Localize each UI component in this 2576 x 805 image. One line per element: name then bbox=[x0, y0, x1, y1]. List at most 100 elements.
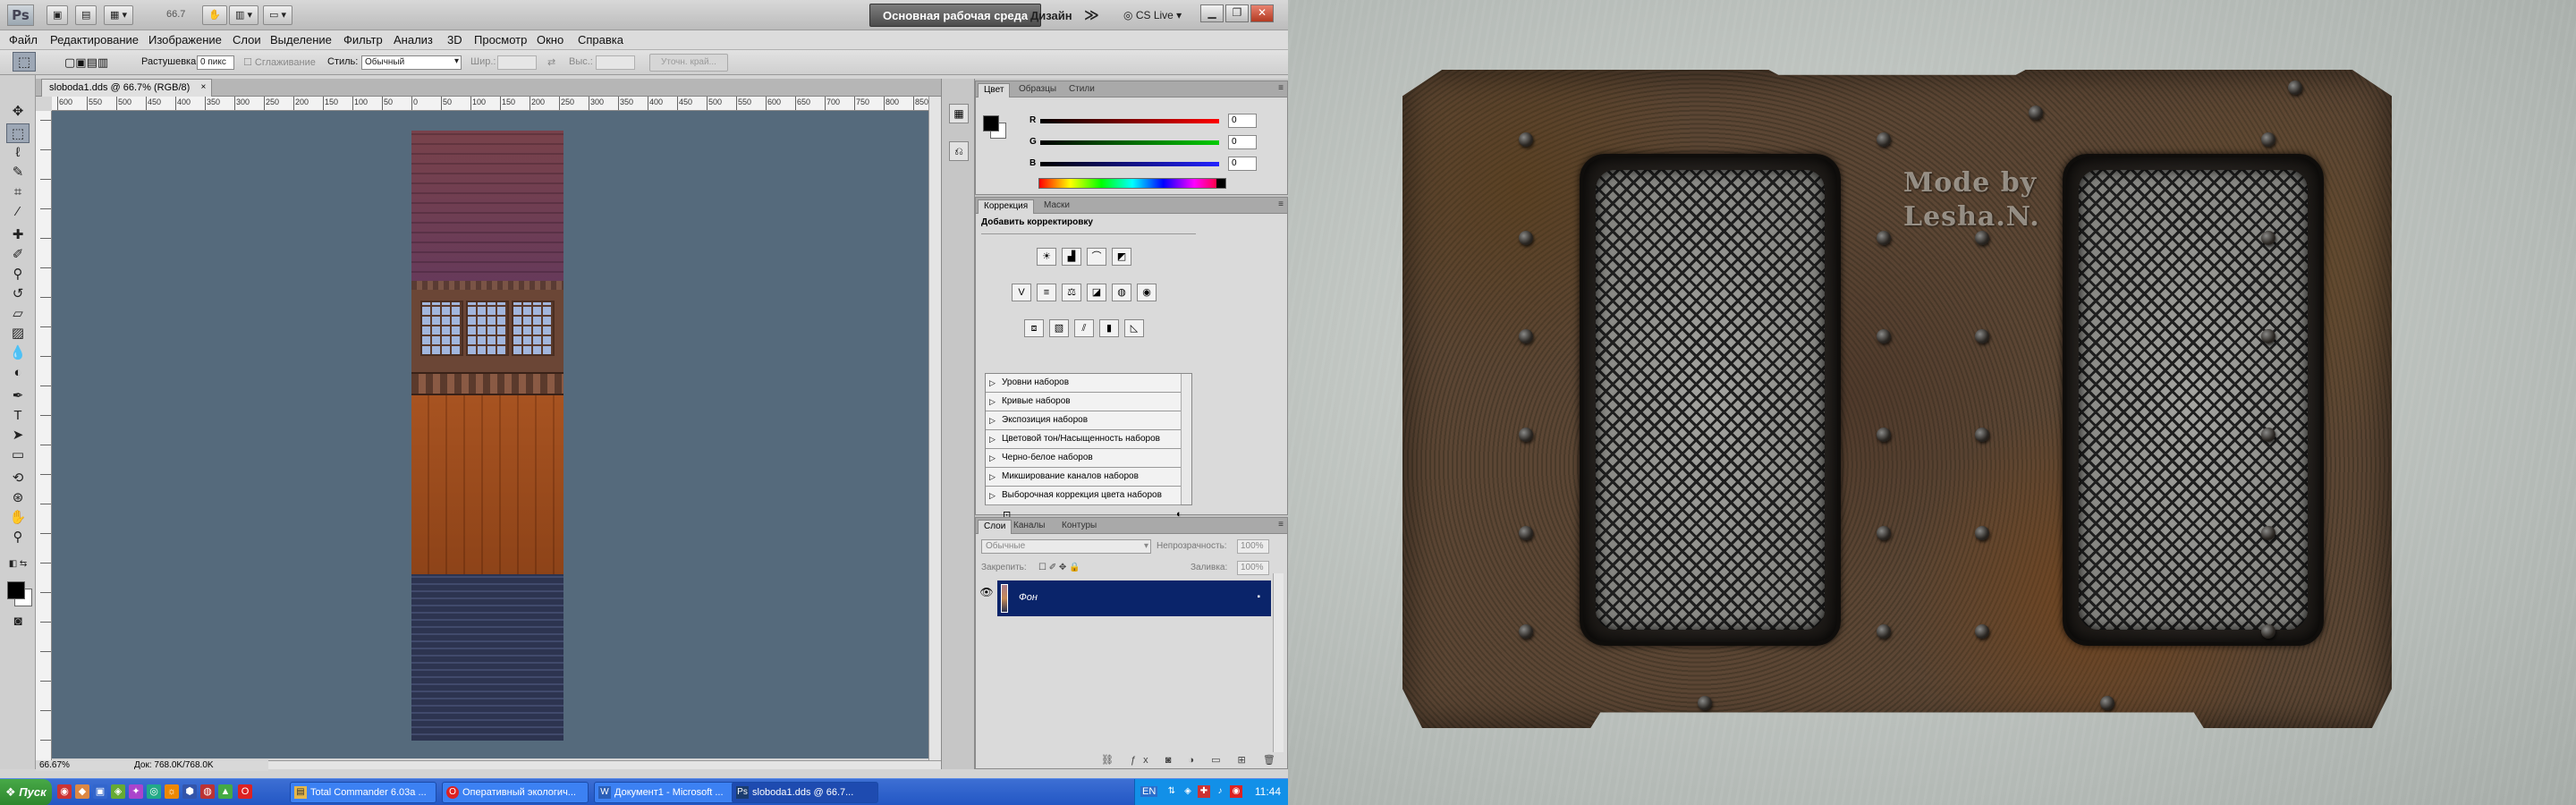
quicklaunch-icon[interactable]: ◍ bbox=[200, 784, 215, 799]
brightness-contrast-icon[interactable]: ☀ bbox=[1037, 248, 1056, 266]
horizontal-scrollbar[interactable] bbox=[268, 760, 941, 769]
quicklaunch-icon[interactable]: ⬢ bbox=[182, 784, 197, 799]
preset-item[interactable]: ▷ Уровни наборов bbox=[986, 374, 1181, 393]
visibility-eye-icon[interactable]: 👁 bbox=[979, 586, 994, 611]
marquee-tool-preset[interactable]: ⬚ bbox=[13, 52, 36, 72]
menu-layers[interactable]: Слои bbox=[233, 33, 261, 47]
channel-b-slider[interactable] bbox=[1040, 162, 1219, 166]
width-input[interactable] bbox=[497, 55, 537, 70]
preset-item[interactable]: ▷ Экспозиция наборов bbox=[986, 411, 1181, 430]
path-select-tool-icon[interactable]: ➤ bbox=[6, 426, 30, 445]
layers-scrollbar[interactable] bbox=[1273, 573, 1284, 752]
blur-tool-icon[interactable]: 💧 bbox=[6, 343, 30, 363]
network-icon[interactable]: ⇅ bbox=[1165, 785, 1178, 798]
pen-tool-icon[interactable]: ✒ bbox=[6, 386, 30, 406]
feather-input[interactable]: 0 пикс bbox=[197, 55, 234, 70]
exposure-icon[interactable]: ◩ bbox=[1112, 248, 1131, 266]
lasso-tool-icon[interactable]: ℓ bbox=[6, 143, 30, 163]
3d-rotate-tool-icon[interactable]: ⟲ bbox=[6, 469, 30, 488]
language-indicator[interactable]: EN bbox=[1140, 786, 1158, 797]
mini-bridge-button[interactable]: ▤ bbox=[75, 5, 97, 25]
opera-quicklaunch-icon[interactable]: O bbox=[238, 784, 252, 799]
fill-input[interactable]: 100% bbox=[1237, 561, 1269, 575]
preset-item[interactable]: ▷ Микширование каналов наборов bbox=[986, 468, 1181, 487]
channel-mixer-icon[interactable]: ◉ bbox=[1137, 284, 1157, 301]
blend-mode-select[interactable]: Обычные ▾ bbox=[981, 539, 1151, 554]
posterize-icon[interactable]: ▧ bbox=[1049, 319, 1069, 337]
quicklaunch-icon[interactable]: ✦ bbox=[129, 784, 143, 799]
zoom-tool-icon[interactable]: ⚲ bbox=[6, 528, 30, 547]
tab-masks[interactable]: Маски bbox=[1038, 199, 1075, 214]
quicklaunch-icon[interactable]: ▣ bbox=[93, 784, 107, 799]
swap-icon[interactable]: ⇄ bbox=[547, 56, 555, 68]
close-icon[interactable]: × bbox=[200, 82, 206, 92]
taskbar-button[interactable]: W Документ1 - Microsoft ... bbox=[594, 782, 741, 803]
workspace-more-button[interactable]: ≫ bbox=[1084, 6, 1099, 24]
zoom-level[interactable]: 66.7 bbox=[166, 9, 185, 20]
channel-b-input[interactable]: 0 bbox=[1228, 157, 1257, 171]
gradient-tool-icon[interactable]: ▨ bbox=[6, 324, 30, 343]
menu-window[interactable]: Окно bbox=[537, 33, 564, 47]
preset-item[interactable]: ▷ Цветовой тон/Насыщенность наборов bbox=[986, 430, 1181, 449]
panel-menu-icon[interactable]: ≡ bbox=[1278, 199, 1284, 209]
vibrance-icon[interactable]: V bbox=[1012, 284, 1031, 301]
canvas-area[interactable] bbox=[52, 111, 928, 758]
menu-file[interactable]: Файл bbox=[9, 33, 38, 47]
workspace-main-button[interactable]: Основная рабочая среда bbox=[869, 4, 1042, 27]
document-image[interactable] bbox=[411, 131, 564, 741]
status-zoom[interactable]: 66.67% bbox=[39, 760, 70, 770]
history-brush-tool-icon[interactable]: ↺ bbox=[6, 284, 30, 304]
refine-edge-button[interactable]: Уточн. край... bbox=[649, 54, 728, 72]
3d-orbit-tool-icon[interactable]: ⊛ bbox=[6, 488, 30, 508]
quicklaunch-icon[interactable]: ☼ bbox=[165, 784, 179, 799]
taskbar-button[interactable]: O Оперативный экологич... bbox=[442, 782, 589, 803]
color-balance-icon[interactable]: ⚖ bbox=[1062, 284, 1081, 301]
layers-footer-icons[interactable]: ⛓ ƒx ◙ ◑ ▭ ⊞ 🗑 bbox=[1101, 754, 1283, 766]
layer-row[interactable]: Фон ▪ bbox=[997, 580, 1271, 616]
menu-3d[interactable]: 3D bbox=[447, 33, 462, 47]
vertical-scrollbar[interactable] bbox=[928, 97, 941, 760]
quicklaunch-icon[interactable]: ◉ bbox=[57, 784, 72, 799]
close-button[interactable]: ✕ bbox=[1250, 4, 1274, 22]
histogram-dock-icon[interactable]: ▦ bbox=[949, 104, 969, 123]
tab-adjustments[interactable]: Коррекция bbox=[978, 199, 1035, 214]
menu-help[interactable]: Справка bbox=[578, 33, 623, 47]
tab-styles[interactable]: Стили bbox=[1063, 83, 1100, 97]
panel-menu-icon[interactable]: ≡ bbox=[1278, 520, 1284, 530]
arrange-documents-button[interactable]: ▥ ▾ bbox=[229, 5, 258, 25]
lock-icons[interactable]: ☐ ✐ ✥ 🔒 bbox=[1038, 563, 1080, 572]
eraser-tool-icon[interactable]: ▱ bbox=[6, 304, 30, 324]
levels-icon[interactable]: ▟ bbox=[1062, 248, 1081, 266]
workspace-design-button[interactable]: Дизайн bbox=[1030, 9, 1072, 22]
preset-item[interactable]: ▷ Выборочная коррекция цвета наборов bbox=[986, 487, 1181, 505]
menu-view[interactable]: Просмотр bbox=[474, 33, 527, 47]
dodge-tool-icon[interactable]: ◐ bbox=[6, 363, 30, 383]
tab-paths[interactable]: Контуры bbox=[1056, 520, 1102, 534]
move-tool-icon[interactable]: ✥ bbox=[6, 102, 30, 122]
hand-tool-button[interactable]: ✋ bbox=[202, 5, 227, 25]
crop-tool-icon[interactable]: ⌗ bbox=[6, 182, 30, 202]
presets-scrollbar[interactable] bbox=[1181, 374, 1191, 504]
cs-live-button[interactable]: ◎ CS Live ▾ bbox=[1123, 7, 1182, 25]
taskbar-button-active[interactable]: Ps sloboda1.dds @ 66.7... bbox=[732, 782, 878, 803]
tray-app-icon[interactable]: ◉ bbox=[1230, 785, 1242, 798]
healing-brush-tool-icon[interactable]: ✚ bbox=[6, 225, 30, 245]
shield-icon[interactable]: ◈ bbox=[1182, 785, 1194, 798]
quicklaunch-icon[interactable]: ◎ bbox=[147, 784, 161, 799]
color-foreground-swatch[interactable] bbox=[983, 115, 999, 131]
menu-image[interactable]: Изображение bbox=[148, 33, 222, 47]
panel-menu-icon[interactable]: ≡ bbox=[1278, 83, 1284, 93]
selective-color-icon[interactable]: ◺ bbox=[1124, 319, 1144, 337]
stamp-tool-icon[interactable]: ⚲ bbox=[6, 265, 30, 284]
quicklaunch-icon[interactable]: ▲ bbox=[218, 784, 233, 799]
brush-tool-icon[interactable]: ✐ bbox=[6, 245, 30, 265]
preset-item[interactable]: ▷ Кривые наборов bbox=[986, 393, 1181, 411]
shape-tool-icon[interactable]: ▭ bbox=[6, 445, 30, 465]
antialias-checkbox[interactable]: ☐ Сглаживание bbox=[243, 56, 316, 68]
channel-r-slider[interactable] bbox=[1040, 119, 1219, 123]
channel-g-input[interactable]: 0 bbox=[1228, 135, 1257, 149]
hue-saturation-icon[interactable]: ≡ bbox=[1037, 284, 1056, 301]
tab-swatches[interactable]: Образцы bbox=[1013, 83, 1062, 97]
threshold-icon[interactable]: ⫽ bbox=[1074, 319, 1094, 337]
document-tab[interactable]: sloboda1.dds @ 66.7% (RGB/8) × bbox=[41, 79, 213, 97]
